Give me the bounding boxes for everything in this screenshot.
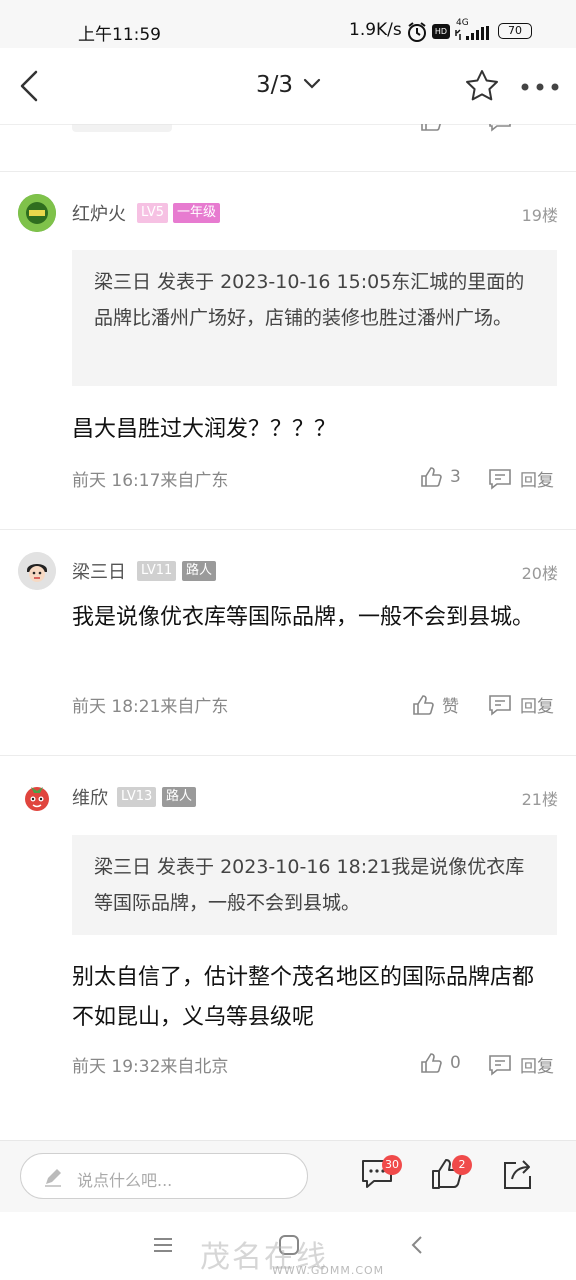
title-badge: 路人: [162, 787, 197, 807]
battery-level: 70: [508, 24, 522, 37]
post-content: 别太自信了，估计整个茂名地区的国际品牌店都不如昆山，义乌等县级呢: [72, 965, 535, 1030]
comment-input[interactable]: 说点什么吧...: [20, 1153, 308, 1199]
avatar[interactable]: [18, 552, 56, 590]
alarm-icon: [408, 22, 426, 42]
title-badge: 路人: [182, 561, 217, 581]
comment-placeholder: 说点什么吧...: [77, 1171, 173, 1190]
floor-number: 21楼: [521, 790, 558, 809]
like-post-button[interactable]: 2: [430, 1155, 472, 1195]
username[interactable]: 红炉火: [72, 200, 126, 226]
thumbs-up-icon[interactable]: [420, 124, 442, 132]
like-button[interactable]: 3: [420, 466, 461, 488]
floor-number: 20楼: [521, 564, 558, 583]
watermark-url: WWW.GDMM.COM: [272, 1264, 385, 1277]
back-icon[interactable]: [410, 1235, 424, 1255]
comment-count-badge: 30: [382, 1155, 402, 1175]
comment-post: 梁三日 LV11 路人 20楼 我是说像优衣库等国际品牌，一般不会到县城。 前天…: [0, 530, 576, 755]
reply-label: 回复: [520, 471, 554, 491]
floor-number: 19楼: [521, 206, 558, 225]
comment-icon: [489, 468, 511, 490]
share-button[interactable]: [502, 1157, 534, 1195]
back-arrow-icon[interactable]: [16, 68, 42, 104]
thumbs-up-icon: [421, 1053, 442, 1073]
comment-icon: [489, 1054, 511, 1076]
post-meta: 前天 16:17来自广东: [72, 471, 229, 491]
avatar[interactable]: [18, 194, 56, 232]
previous-post-actions-cutoff: [0, 124, 576, 172]
chevron-down-icon[interactable]: [303, 78, 321, 90]
like-count: 0: [450, 1053, 461, 1073]
hd-icon: HD: [432, 24, 450, 39]
reply-label: 回复: [520, 1057, 554, 1077]
share-icon: [504, 1160, 531, 1189]
thumbs-up-icon: [413, 694, 434, 715]
reply-button[interactable]: 回复: [488, 466, 554, 491]
reply-button[interactable]: 回复: [488, 1052, 554, 1077]
comment-icon[interactable]: [488, 124, 512, 132]
like-count-badge: 2: [452, 1155, 472, 1175]
level-badge: LV13: [117, 787, 157, 807]
thumbs-up-icon: [421, 467, 442, 487]
post-meta: 前天 19:32来自北京: [72, 1057, 229, 1077]
comment-post: 维欣 LV13 路人 21楼 梁三日 发表于 2023-10-16 18:21我…: [0, 756, 576, 1126]
avatar[interactable]: [18, 778, 56, 816]
username[interactable]: 梁三日: [72, 558, 126, 584]
network-speed: 1.9K/s: [349, 20, 402, 40]
status-bar: 上午11:59 1.9K/s HD 4G 70: [0, 0, 576, 48]
pencil-icon: [45, 1169, 61, 1187]
like-button[interactable]: 0: [420, 1052, 461, 1074]
star-icon[interactable]: [464, 68, 500, 102]
battery-icon: 70: [498, 23, 532, 39]
top-nav-bar: 3/3: [0, 48, 576, 125]
like-label: 赞: [442, 697, 459, 717]
quoted-reply[interactable]: 梁三日 发表于 2023-10-16 15:05东汇城的里面的品牌比潘州广场好，…: [72, 250, 557, 386]
like-button[interactable]: 赞: [412, 692, 459, 717]
level-badge: LV5: [137, 203, 168, 223]
signal-icon: [455, 26, 489, 40]
username[interactable]: 维欣: [72, 784, 108, 810]
status-time: 上午11:59: [78, 25, 161, 45]
menu-icon[interactable]: [153, 1237, 173, 1253]
post-content: 昌大昌胜过大润发？？？？: [72, 417, 337, 442]
comment-icon: [489, 694, 511, 716]
title-badge: 一年级: [173, 203, 221, 223]
reply-label: 回复: [520, 697, 554, 717]
bottom-action-bar: 说点什么吧... 30 2: [0, 1140, 576, 1213]
comment-post: 红炉火 LV5 一年级 19楼 梁三日 发表于 2023-10-16 15:05…: [0, 172, 576, 529]
post-content: 我是说像优衣库等国际品牌，一般不会到县城。: [72, 605, 535, 630]
post-meta: 前天 18:21来自广东: [72, 697, 229, 717]
quoted-reply[interactable]: 梁三日 发表于 2023-10-16 18:21我是说像优衣库等国际品牌，一般不…: [72, 835, 557, 935]
level-badge: LV11: [137, 561, 177, 581]
comments-button[interactable]: 30: [360, 1155, 402, 1195]
page-indicator[interactable]: 3/3: [256, 72, 293, 98]
reply-button[interactable]: 回复: [488, 692, 554, 717]
like-count: 3: [450, 467, 461, 487]
more-icon[interactable]: [520, 82, 560, 92]
